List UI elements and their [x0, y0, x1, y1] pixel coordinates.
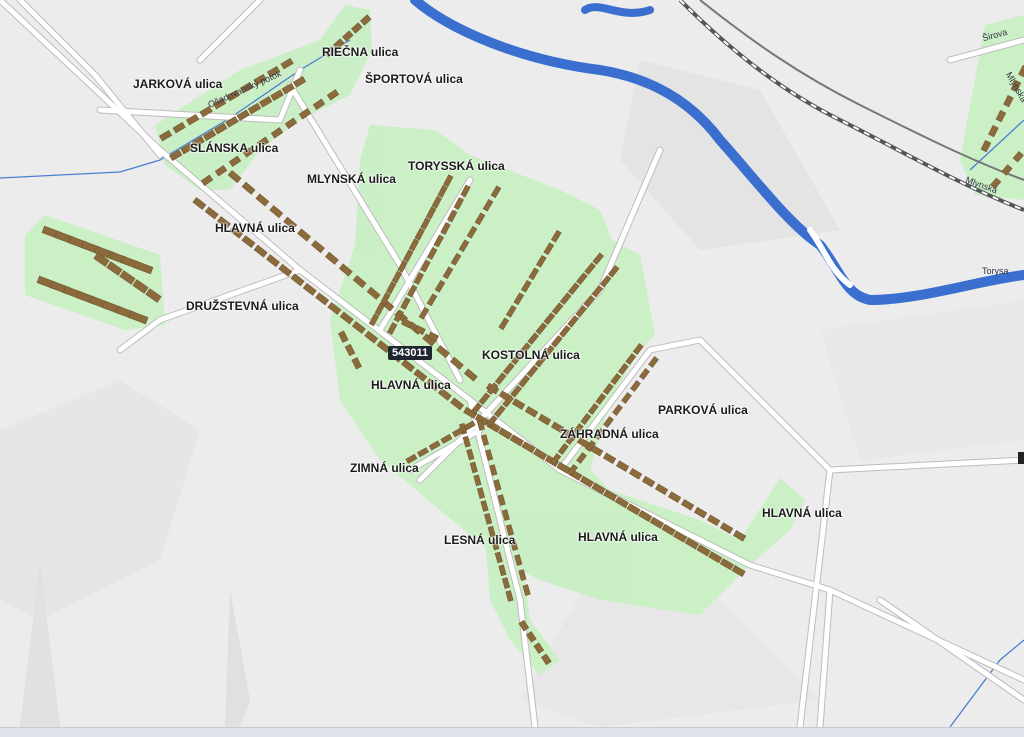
building	[639, 368, 650, 380]
building	[621, 392, 632, 404]
area-code-badge[interactable]: 543011	[388, 346, 433, 360]
street-label-zahradna: ZÁHRADNÁ ulica	[560, 427, 659, 441]
street-label-hlavna-2: HLAVNÁ ulica	[371, 378, 451, 392]
status-bar	[0, 727, 1024, 737]
building	[297, 228, 311, 242]
building	[630, 380, 641, 392]
street-label-zimna: ZIMNÁ ulica	[350, 461, 419, 475]
street-label-slanska: SLÁNSKA ulica	[190, 141, 279, 155]
map-edge-marker	[1018, 452, 1024, 464]
building	[628, 468, 643, 480]
building	[612, 404, 623, 416]
building	[667, 491, 682, 503]
building	[615, 460, 630, 472]
street-label-jarkova: JARKOVÁ ulica	[133, 77, 223, 91]
building	[204, 206, 219, 220]
building	[192, 197, 207, 210]
building	[706, 514, 721, 527]
street-label-hlavna-1: HLAVNÁ ulica	[215, 221, 295, 235]
map-view[interactable]: JARKOVÁ ulica RIEČNA ulica ŠPORTOVÁ ulic…	[0, 0, 1024, 737]
building	[253, 244, 268, 258]
map-canvas	[0, 0, 1024, 731]
street-label-lesna: LESNÁ ulica	[444, 533, 516, 547]
building	[648, 356, 659, 368]
river-label-torysa: Torysa	[982, 266, 1009, 276]
street-label-hlavna-4: HLAVNÁ ulica	[762, 506, 842, 520]
building	[641, 475, 656, 488]
building	[325, 251, 339, 265]
building	[269, 205, 284, 219]
street-label-mlynska: MLYNSKÁ ulica	[307, 172, 396, 186]
building	[241, 181, 256, 195]
building	[266, 254, 280, 268]
street-label-riecna: RIEČNA ulica	[322, 45, 399, 59]
building	[241, 235, 256, 249]
street-label-druzstevna: DRUŽSTEVNÁ ulica	[186, 299, 299, 313]
street-label-parkova: PARKOVÁ ulica	[658, 403, 748, 417]
street-label-hlavna-3: HLAVNÁ ulica	[578, 530, 658, 544]
building	[654, 483, 669, 496]
building	[603, 416, 614, 428]
street-label-torysska: TORYSSKÁ ulica	[408, 159, 505, 173]
street-label-kostolna: KOSTOLNÁ ulica	[482, 348, 580, 362]
building	[255, 193, 270, 207]
building	[311, 240, 325, 254]
building	[693, 506, 708, 519]
building	[680, 499, 695, 511]
street-label-sportova: ŠPORTOVÁ ulica	[365, 72, 463, 86]
building	[602, 452, 617, 465]
